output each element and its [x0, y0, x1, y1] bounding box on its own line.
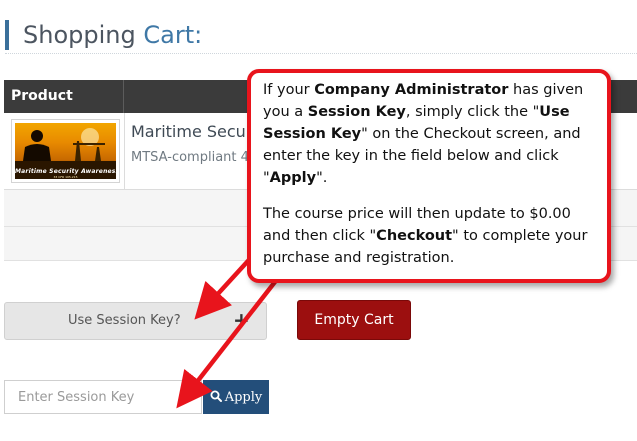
callout-text: If your: [263, 82, 315, 98]
callout-emphasis: Apply: [269, 170, 317, 186]
callout-paragraph-1: If your Company Administrator has given …: [263, 79, 593, 189]
callout-emphasis: Checkout: [376, 228, 453, 244]
callout-text: ".: [316, 170, 328, 186]
arrow-to-session-input: [176, 276, 280, 409]
callout-text: , simply click the ": [405, 104, 540, 120]
callout-emphasis: Session Key: [307, 104, 406, 120]
callout-paragraph-2: The course price will then update to $0.…: [263, 203, 593, 269]
instruction-callout: If your Company Administrator has given …: [247, 69, 611, 283]
callout-emphasis: Company Administrator: [314, 82, 509, 98]
